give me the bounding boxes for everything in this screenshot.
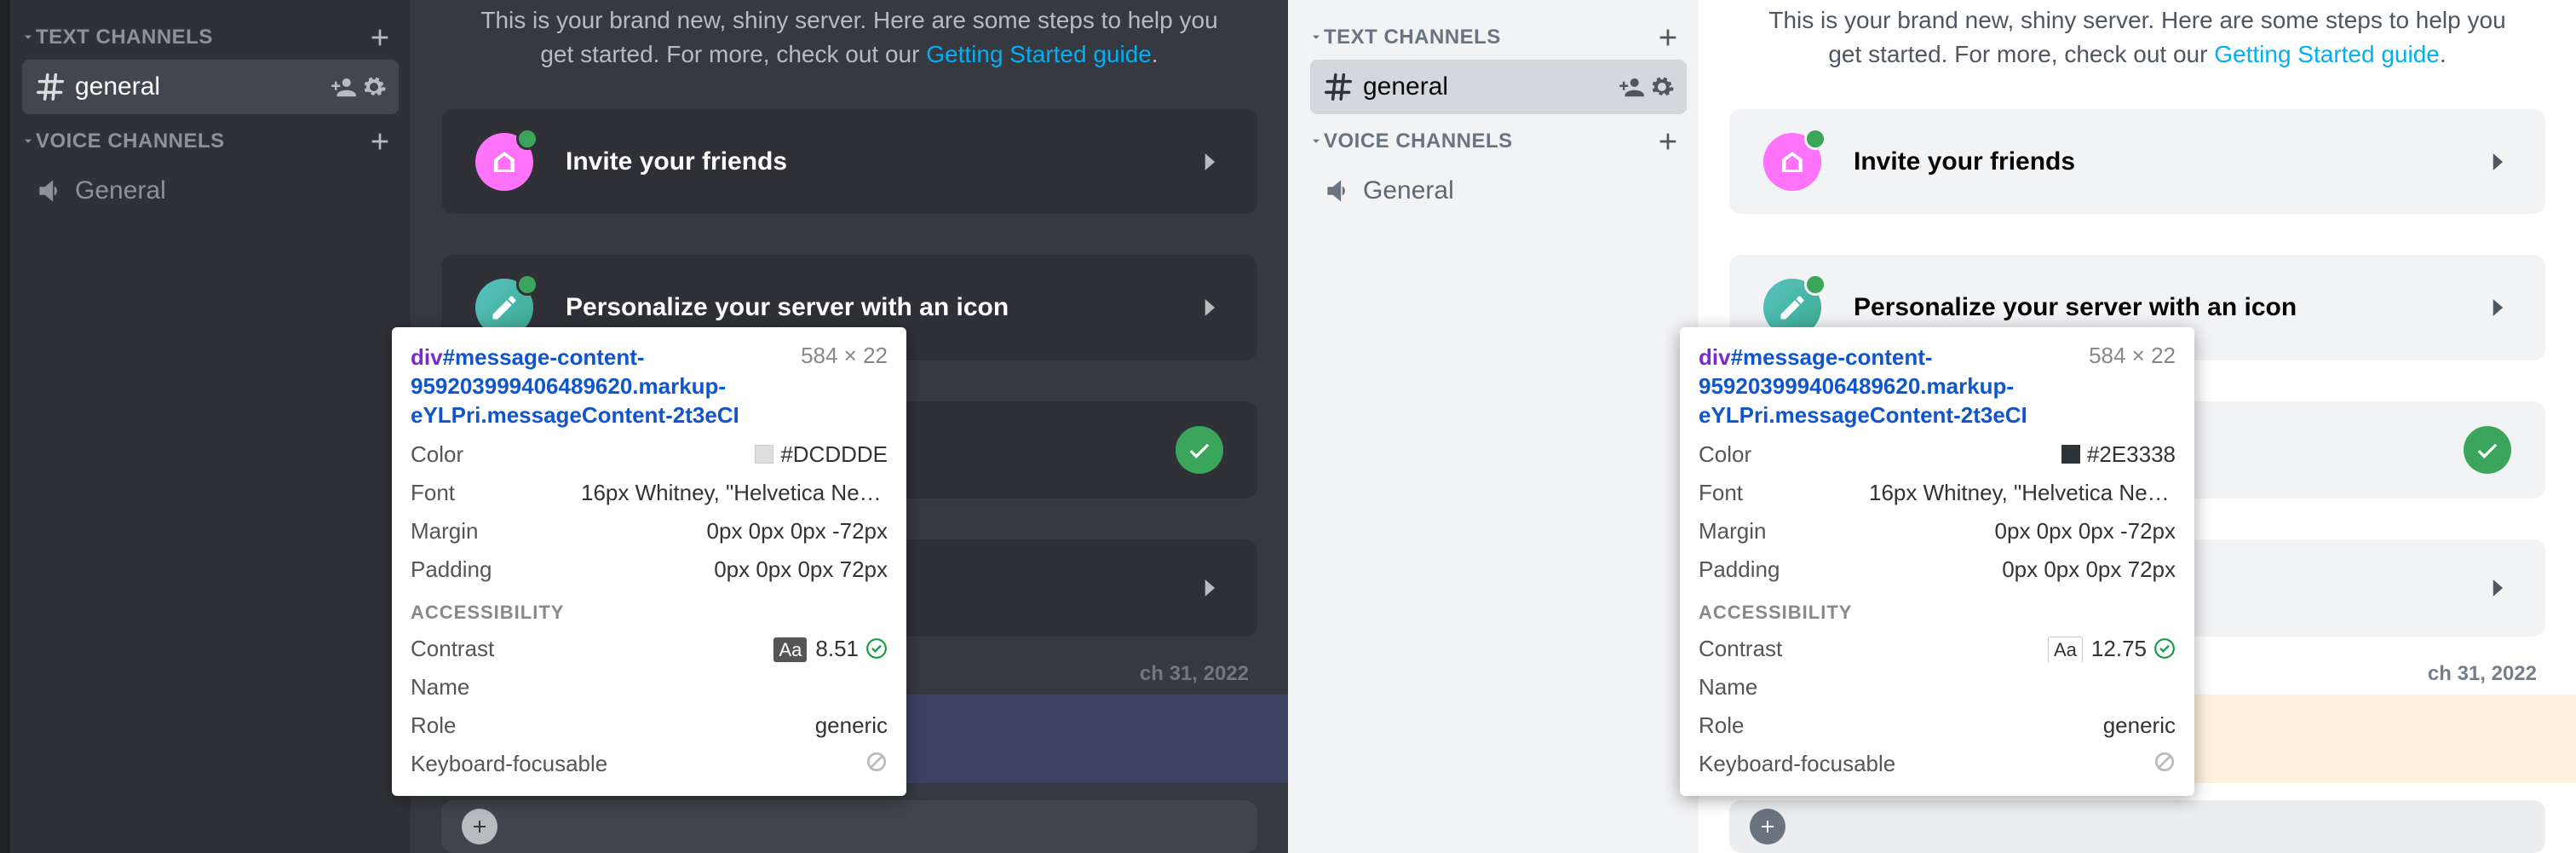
devtools-inspector-tooltip: div#message-content-959203999406489620.m… — [1680, 327, 2194, 796]
message-composer[interactable] — [441, 800, 1257, 853]
welcome-intro: This is your brand new, shiny server. He… — [1729, 0, 2545, 89]
channel-sidebar: TEXT CHANNELS general VOICE CHANNELS Gen… — [10, 0, 411, 853]
channel-sidebar: TEXT CHANNELS general VOICE CHANNELS Gen… — [1298, 0, 1699, 853]
guild-strip — [1288, 0, 1298, 853]
channel-general-text[interactable]: general — [1310, 60, 1687, 114]
card-title: Personalize your server with an icon — [1854, 293, 2482, 322]
text-channels-category[interactable]: TEXT CHANNELS — [22, 12, 399, 58]
getting-started-link[interactable]: Getting Started guide — [2214, 41, 2440, 67]
add-voice-channel-button[interactable] — [366, 128, 394, 155]
voice-channels-label: VOICE CHANNELS — [36, 130, 225, 153]
getting-started-link[interactable]: Getting Started guide — [926, 41, 1152, 67]
speaker-icon — [1322, 175, 1354, 207]
onboarding-invite-card[interactable]: Invite your friends — [1729, 109, 2545, 214]
check-ok-icon — [2153, 637, 2176, 660]
gear-icon[interactable] — [361, 74, 387, 100]
chevron-right-icon — [2482, 293, 2511, 322]
check-complete-icon — [1176, 426, 1223, 474]
channel-name: general — [75, 72, 331, 101]
accessibility-section: ACCESSIBILITY — [1699, 602, 2176, 624]
voice-channels-label: VOICE CHANNELS — [1324, 130, 1513, 153]
chevron-right-icon — [2482, 147, 2511, 176]
card-title: Invite your friends — [1854, 147, 2482, 176]
chevron-right-icon — [1194, 573, 1223, 602]
channel-name: General — [1363, 176, 1675, 205]
light-theme-variant: TEXT CHANNELS general VOICE CHANNELS Gen… — [1288, 0, 2576, 853]
inspector-dimensions: 584 × 22 — [801, 343, 888, 369]
attach-button[interactable] — [1750, 809, 1785, 844]
chevron-right-icon — [1194, 293, 1223, 322]
message-composer[interactable] — [1729, 800, 2545, 853]
add-text-channel-button[interactable] — [1654, 24, 1682, 51]
voice-channels-category[interactable]: VOICE CHANNELS — [22, 116, 399, 162]
channel-general-text[interactable]: general — [22, 60, 399, 114]
create-invite-icon[interactable] — [1619, 74, 1644, 100]
main-content: This is your brand new, shiny server. He… — [1699, 0, 2576, 853]
dark-theme-variant: TEXT CHANNELS general VOICE CHANNELS Gen… — [0, 0, 1288, 853]
check-complete-icon — [2464, 426, 2511, 474]
main-content: This is your brand new, shiny server. He… — [411, 0, 1288, 853]
add-text-channel-button[interactable] — [366, 24, 394, 51]
chevron-down-icon — [22, 135, 34, 147]
voice-channels-category[interactable]: VOICE CHANNELS — [1310, 116, 1687, 162]
hash-icon — [1322, 71, 1354, 103]
chevron-right-icon — [1194, 147, 1223, 176]
text-channels-label: TEXT CHANNELS — [1324, 26, 1501, 49]
plus-badge — [516, 128, 538, 150]
channel-general-voice[interactable]: General — [1310, 164, 1687, 218]
welcome-intro: This is your brand new, shiny server. He… — [441, 0, 1257, 89]
chevron-right-icon — [2482, 573, 2511, 602]
speaker-icon — [34, 175, 66, 207]
accessibility-section: ACCESSIBILITY — [411, 602, 888, 624]
chevron-down-icon — [1310, 32, 1322, 43]
text-channels-category[interactable]: TEXT CHANNELS — [1310, 12, 1687, 58]
guild-strip — [0, 0, 10, 853]
hash-icon — [34, 71, 66, 103]
channel-general-voice[interactable]: General — [22, 164, 399, 218]
inspector-dimensions: 584 × 22 — [2089, 343, 2176, 369]
card-title: Invite your friends — [566, 147, 1194, 176]
create-invite-icon[interactable] — [331, 74, 356, 100]
not-applicable-icon — [865, 751, 888, 773]
channel-name: general — [1363, 72, 1619, 101]
channel-name: General — [75, 176, 387, 205]
plus-badge — [516, 274, 538, 296]
onboarding-invite-card[interactable]: Invite your friends — [441, 109, 1257, 214]
card-title: Personalize your server with an icon — [566, 293, 1194, 322]
invite-icon — [475, 133, 533, 191]
attach-button[interactable] — [462, 809, 497, 844]
gear-icon[interactable] — [1649, 74, 1675, 100]
devtools-inspector-tooltip: div#message-content-959203999406489620.m… — [392, 327, 906, 796]
not-applicable-icon — [2153, 751, 2176, 773]
chevron-down-icon — [1310, 135, 1322, 147]
chevron-down-icon — [22, 32, 34, 43]
invite-icon — [1763, 133, 1821, 191]
text-channels-label: TEXT CHANNELS — [36, 26, 213, 49]
plus-badge — [1804, 128, 1826, 150]
plus-badge — [1804, 274, 1826, 296]
check-ok-icon — [865, 637, 888, 660]
add-voice-channel-button[interactable] — [1654, 128, 1682, 155]
